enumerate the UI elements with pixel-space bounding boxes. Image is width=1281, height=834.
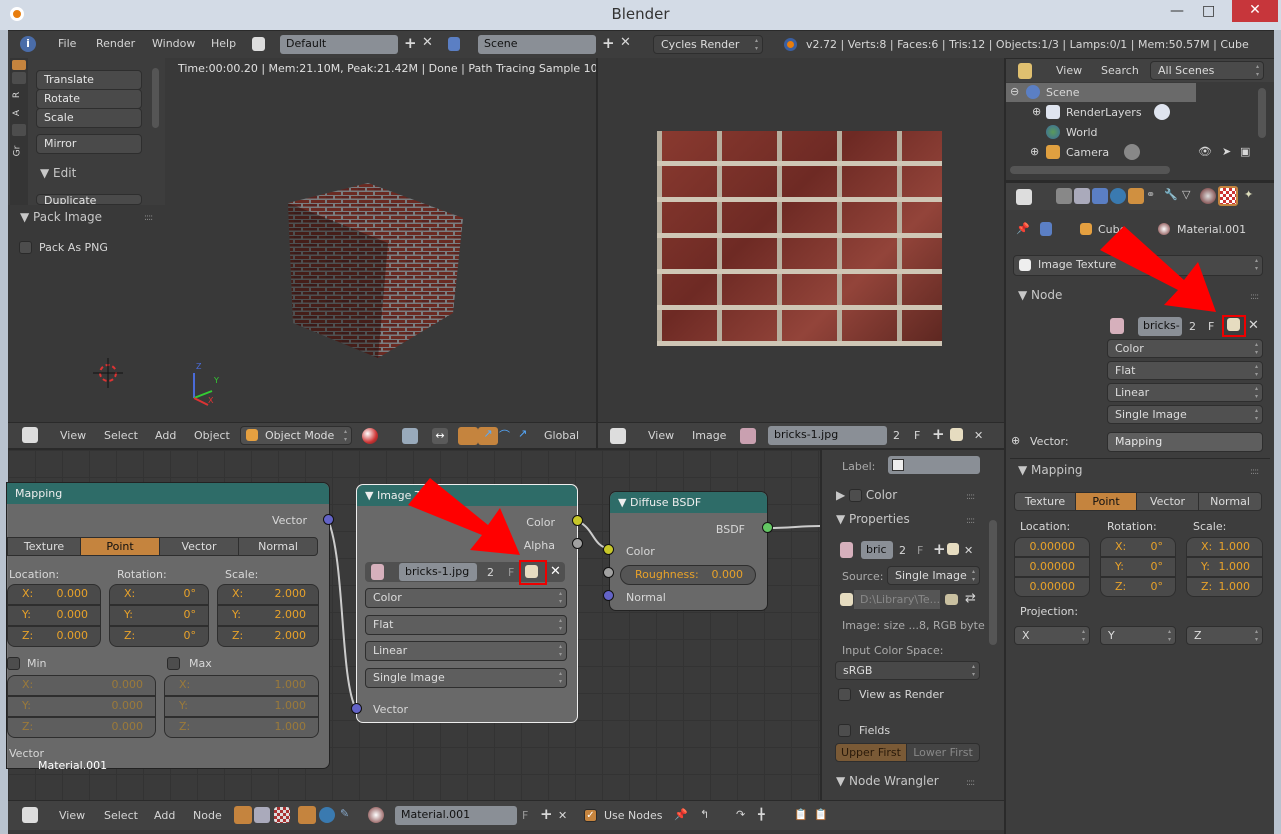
color-panel-checkbox[interactable] [849,489,863,502]
menu-node[interactable]: Node [193,809,222,822]
panel-grip-icon[interactable]: :::: [966,516,975,526]
sidebar-scrollbar[interactable] [989,520,997,645]
color-panel-label: Color [865,488,898,502]
image-info: Image: size ...8, RGB byte [842,619,985,632]
image-users-count[interactable]: 2 [899,544,906,558]
reload-icon[interactable]: ⇄ [965,592,976,606]
label-label: Label: [842,460,876,473]
paste-nodes-icon[interactable]: 📋 [814,808,828,822]
line-style-icon[interactable]: ✎ [340,807,356,823]
shader-nodes-icon[interactable] [234,806,252,824]
object-shader-icon[interactable] [298,806,316,824]
label-field[interactable] [888,456,980,474]
texture-nodes-icon[interactable] [274,807,290,823]
unlink-image-icon[interactable]: ✕ [964,544,973,558]
unlink-material-icon[interactable]: ✕ [558,809,567,823]
snap-icon[interactable]: ↷ [736,808,745,822]
menu-view[interactable]: View [59,809,85,822]
fake-user-button[interactable]: F [917,544,923,558]
world-shader-icon[interactable] [319,807,335,823]
new-material-icon[interactable]: + [540,807,553,822]
copy-nodes-icon[interactable]: 📋 [794,808,808,822]
packed-file-icon[interactable] [840,593,853,606]
material-name-field[interactable]: Material.001 [395,806,517,825]
node-editor-header: View Select Add Node ✎ Material.001 F + … [8,800,1004,830]
image-name-field[interactable]: bric [861,541,893,559]
parent-node-tree-icon[interactable]: ↰ [700,808,709,822]
lower-first-button[interactable]: Lower First [906,743,980,762]
open-image-icon[interactable] [947,543,959,555]
node-wrangler-panel-header[interactable]: ▼ Node Wrangler [836,774,939,788]
editor-type-node-icon[interactable] [22,807,38,823]
source-label: Source: [842,570,884,583]
fields-checkbox[interactable] [838,724,851,737]
fields-label: Fields [859,724,891,737]
material-browse-icon[interactable] [368,807,384,823]
filepath-field[interactable]: D:\Library\Te... [854,590,940,609]
menu-select[interactable]: Select [104,809,138,822]
color-space-label: Input Color Space: [842,644,944,657]
node-wrangler-label: Node Wrangler [849,774,939,788]
image-browse-icon[interactable] [840,542,853,558]
red-arrow-annotation [408,226,1216,555]
use-nodes-label: Use Nodes [604,809,663,822]
use-nodes-checkbox[interactable]: ✓ [584,809,597,822]
properties-panel-header[interactable]: ▼ Properties [836,512,910,526]
upper-first-button[interactable]: Upper First [835,743,907,762]
properties-panel-label: Properties [849,512,910,526]
label-icon [892,459,904,471]
menu-add[interactable]: Add [154,809,175,822]
color-panel-header[interactable]: ▶ Color [836,488,897,502]
new-image-icon[interactable]: + [933,542,946,557]
view-as-render-checkbox[interactable] [838,688,851,701]
panel-grip-icon[interactable]: :::: [966,778,975,788]
fake-user-button[interactable]: F [522,809,528,823]
compositing-nodes-icon[interactable] [254,807,270,823]
folder-icon[interactable] [945,594,958,605]
node-sidebar: Label: ▶ Color :::: ▼ Properties :::: br… [820,448,1004,800]
color-space-dropdown[interactable]: sRGB [835,661,980,680]
source-dropdown[interactable]: Single Image [887,566,980,585]
pin-icon[interactable]: 📌 [674,808,688,822]
panel-grip-icon[interactable]: :::: [966,492,975,502]
view-as-render-label: View as Render [859,688,944,701]
snap-element-icon[interactable]: ╋ [758,808,765,822]
